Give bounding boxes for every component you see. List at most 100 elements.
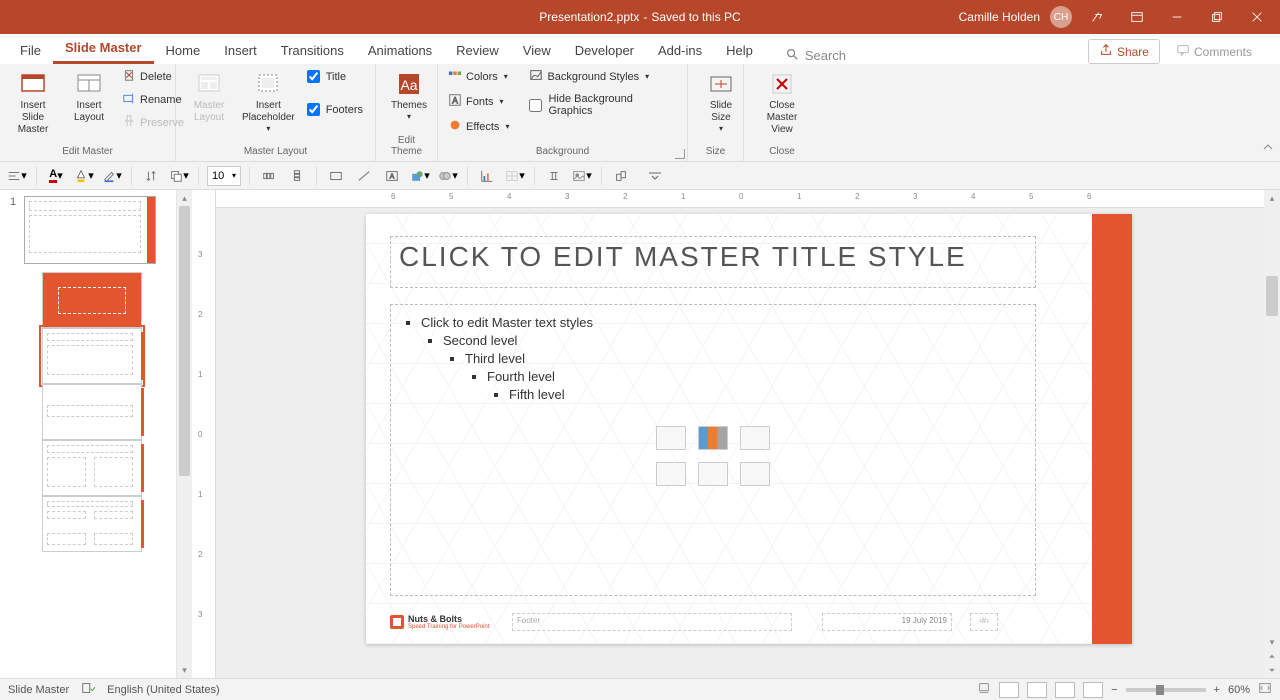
tab-help[interactable]: Help xyxy=(714,37,765,64)
slide-sorter-button[interactable] xyxy=(1027,682,1047,698)
shapes-button[interactable]: ▾ xyxy=(409,165,431,187)
tab-file[interactable]: File xyxy=(8,37,53,64)
insert-chart-icon[interactable] xyxy=(698,426,728,450)
maximize-button[interactable] xyxy=(1202,0,1232,34)
tab-review[interactable]: Review xyxy=(444,37,511,64)
table-button[interactable]: ▾ xyxy=(504,165,526,187)
background-styles-button[interactable]: Background Styles▾ xyxy=(525,66,681,87)
fonts-button[interactable]: AFonts▾ xyxy=(444,91,513,112)
insert-video-icon[interactable] xyxy=(740,462,770,486)
zoom-level[interactable]: 60% xyxy=(1228,684,1250,696)
collapse-ribbon-icon[interactable] xyxy=(1262,141,1274,159)
vscroll-thumb[interactable] xyxy=(1266,276,1278,316)
layout-thumb-2[interactable] xyxy=(42,328,142,384)
thumb-scrollbar[interactable]: ▴ ▾ xyxy=(176,190,192,678)
reading-view-button[interactable] xyxy=(1055,682,1075,698)
insert-table-icon[interactable] xyxy=(656,426,686,450)
shape-rect-button[interactable] xyxy=(325,165,347,187)
font-size-input[interactable]: 10▾ xyxy=(207,166,241,186)
fit-to-window-button[interactable] xyxy=(1258,681,1272,698)
thumbnail-pane[interactable]: 1 xyxy=(0,190,176,678)
insert-slide-master-button[interactable]: Insert Slide Master xyxy=(6,66,60,140)
merge-shapes-button[interactable]: ▾ xyxy=(437,165,459,187)
slide-size-button[interactable]: Slide Size ▾ xyxy=(694,66,748,138)
ribbon-display-icon[interactable] xyxy=(1122,0,1152,34)
layout-thumb-1[interactable] xyxy=(42,272,142,328)
next-slide-icon[interactable]: ⏷ xyxy=(1264,664,1280,678)
prev-slide-icon[interactable]: ⏶ xyxy=(1264,650,1280,664)
search-input[interactable]: Search xyxy=(805,48,846,63)
normal-view-button[interactable] xyxy=(999,682,1019,698)
notes-icon[interactable] xyxy=(977,681,991,698)
editor-scrollbar[interactable]: ▴ ▾ ⏶ ⏷ xyxy=(1264,190,1280,678)
zoom-out-button[interactable]: − xyxy=(1111,684,1117,696)
zoom-slider[interactable] xyxy=(1126,688,1206,692)
tab-view[interactable]: View xyxy=(511,37,563,64)
distribute-h-button[interactable] xyxy=(258,165,280,187)
insert-smartart-icon[interactable] xyxy=(740,426,770,450)
vertical-ruler[interactable]: 3 2 1 0 1 2 3 xyxy=(192,190,216,678)
slideshow-button[interactable] xyxy=(1083,682,1103,698)
more-button[interactable] xyxy=(644,165,666,187)
slide-number-placeholder[interactable]: ‹#› xyxy=(970,613,998,631)
close-master-view-button[interactable]: Close Master View xyxy=(750,66,814,140)
distribute-v-button[interactable] xyxy=(286,165,308,187)
close-button[interactable] xyxy=(1242,0,1272,34)
layout-thumb-5[interactable] xyxy=(42,496,142,552)
hide-bg-checkbox[interactable]: Hide Background Graphics xyxy=(525,91,681,119)
sort-button[interactable] xyxy=(140,165,162,187)
tab-addins[interactable]: Add-ins xyxy=(646,37,714,64)
scroll-down-icon[interactable]: ▾ xyxy=(177,662,192,678)
slide-master-thumb[interactable] xyxy=(24,196,156,264)
insert-picture-icon[interactable] xyxy=(656,462,686,486)
scroll-up-icon[interactable]: ▴ xyxy=(177,190,192,206)
align-button[interactable]: ▾ xyxy=(6,165,28,187)
insert-layout-button[interactable]: Insert Layout xyxy=(62,66,116,128)
slide-canvas[interactable]: Click to edit Master title style Click t… xyxy=(366,214,1132,644)
background-dialog-launcher[interactable] xyxy=(675,149,685,159)
share-button[interactable]: Share xyxy=(1088,39,1160,64)
scroll-thumb[interactable] xyxy=(179,206,190,476)
title-checkbox[interactable]: Title xyxy=(301,66,369,87)
effects-button[interactable]: Effects▾ xyxy=(444,116,513,137)
layout-thumb-3[interactable] xyxy=(42,384,142,440)
fill-color-button[interactable]: ▾ xyxy=(73,165,95,187)
tab-developer[interactable]: Developer xyxy=(563,37,646,64)
title-placeholder[interactable]: Click to edit Master title style xyxy=(390,236,1036,288)
horizontal-ruler[interactable]: 65 43 21 01 23 45 6 xyxy=(216,190,1264,208)
vscroll-down-icon[interactable]: ▾ xyxy=(1264,634,1280,650)
tab-home[interactable]: Home xyxy=(154,37,213,64)
search-icon[interactable] xyxy=(785,47,799,64)
user-avatar[interactable]: CH xyxy=(1050,6,1072,28)
tab-transitions[interactable]: Transitions xyxy=(269,37,356,64)
outline-color-button[interactable]: ▾ xyxy=(101,165,123,187)
status-mode[interactable]: Slide Master xyxy=(8,684,69,696)
layout-thumb-4[interactable] xyxy=(42,440,142,496)
shape-line-button[interactable] xyxy=(353,165,375,187)
insert-placeholder-button[interactable]: Insert Placeholder ▾ xyxy=(238,66,299,138)
textbox-button[interactable]: A xyxy=(381,165,403,187)
themes-button[interactable]: Aa Themes ▾ xyxy=(382,66,436,126)
chart-button[interactable] xyxy=(476,165,498,187)
sel-pane-button[interactable] xyxy=(610,165,632,187)
tab-slide-master[interactable]: Slide Master xyxy=(53,34,154,64)
body-placeholder[interactable]: Click to edit Master text styles Second … xyxy=(390,304,1036,596)
insert-online-picture-icon[interactable] xyxy=(698,462,728,486)
arrange-button[interactable]: ▾ xyxy=(168,165,190,187)
comments-button[interactable]: Comments xyxy=(1168,40,1260,63)
spellcheck-icon[interactable] xyxy=(81,681,95,698)
status-language[interactable]: English (United States) xyxy=(107,684,220,696)
zoom-in-button[interactable]: + xyxy=(1214,684,1220,696)
eyedropper-button[interactable] xyxy=(543,165,565,187)
user-name[interactable]: Camille Holden xyxy=(959,10,1040,24)
picture-button[interactable]: ▾ xyxy=(571,165,593,187)
tab-insert[interactable]: Insert xyxy=(212,37,269,64)
minimize-button[interactable] xyxy=(1162,0,1192,34)
tab-animations[interactable]: Animations xyxy=(356,37,444,64)
simplify-ribbon-icon[interactable] xyxy=(1082,0,1112,34)
vscroll-up-icon[interactable]: ▴ xyxy=(1264,190,1280,206)
font-color-button[interactable]: A▾ xyxy=(45,165,67,187)
date-placeholder[interactable]: 19 July 2019 xyxy=(822,613,952,631)
footers-checkbox[interactable]: Footers xyxy=(301,99,369,120)
footer-placeholder[interactable]: Footer xyxy=(512,613,792,631)
